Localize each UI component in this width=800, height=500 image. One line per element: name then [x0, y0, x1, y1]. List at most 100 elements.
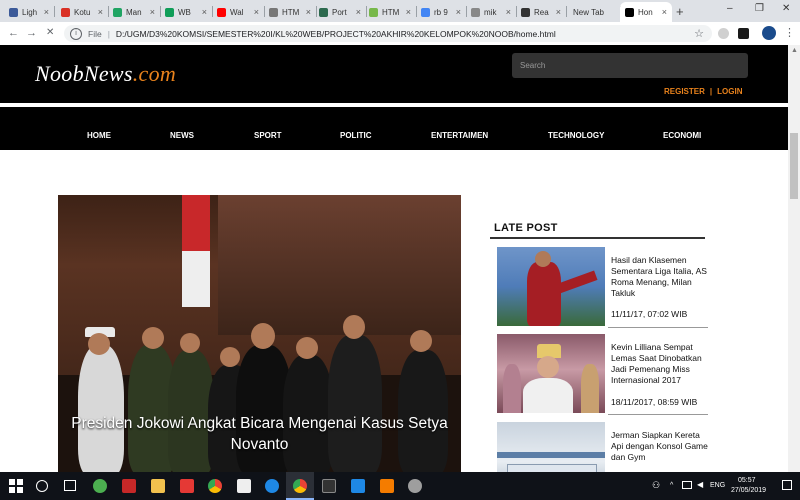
chrome-active-icon[interactable]: [293, 479, 307, 493]
tab-close-icon[interactable]: ×: [306, 7, 311, 17]
site-logo[interactable]: NoobNews.com: [35, 61, 176, 87]
tab-close-icon[interactable]: ×: [150, 7, 155, 17]
tab-label: mik: [484, 7, 497, 17]
new-tab-button[interactable]: +: [676, 4, 684, 19]
tab-close-icon[interactable]: ×: [456, 7, 461, 17]
app-icon[interactable]: [408, 479, 422, 493]
browser-tab[interactable]: Man ×: [108, 2, 160, 22]
nav-politic[interactable]: POLITIC: [340, 131, 372, 140]
nav-sport[interactable]: SPORT: [254, 131, 282, 140]
stop-loading-icon[interactable]: ✕: [46, 27, 54, 38]
tab-label: Kotu: [74, 7, 91, 17]
info-icon[interactable]: i: [70, 27, 82, 40]
tab-close-icon[interactable]: ×: [356, 7, 361, 17]
tab-close-icon[interactable]: ×: [506, 7, 511, 17]
browser-tab[interactable]: Ligh ×: [4, 2, 54, 22]
tab-close-icon[interactable]: ×: [44, 7, 49, 17]
chrome-icon[interactable]: [208, 479, 222, 493]
tab-label: Hon: [638, 7, 653, 17]
tab-close-icon[interactable]: ×: [662, 7, 667, 17]
address-bar-row: ← → ✕ i File | D:/UGM/D3%20KOMSI/SEMESTE…: [0, 22, 800, 46]
hero-caption[interactable]: Presiden Jokowi Angkat Bicara Mengenai K…: [58, 413, 461, 455]
app-icon[interactable]: [93, 479, 107, 493]
nav-entertaimen[interactable]: ENTERTAIMEN: [431, 131, 488, 140]
tab-label: Ligh: [22, 7, 38, 17]
browser-tab[interactable]: HTM ×: [364, 2, 416, 22]
mail-icon[interactable]: [237, 479, 251, 493]
page-scrollbar[interactable]: ▲: [788, 45, 800, 472]
app-icon[interactable]: [122, 479, 136, 493]
bookmark-star-icon[interactable]: ☆: [694, 27, 704, 40]
maximize-button[interactable]: ❐: [755, 3, 764, 14]
scroll-up-icon[interactable]: ▲: [791, 47, 798, 54]
auth-separator: |: [709, 87, 713, 96]
tab-close-icon[interactable]: ×: [98, 7, 103, 17]
browser-tab[interactable]: WB ×: [160, 2, 212, 22]
search-input[interactable]: [512, 53, 748, 78]
browser-tab[interactable]: HTM ×: [264, 2, 316, 22]
nav-news[interactable]: NEWS: [170, 131, 194, 140]
tab-close-icon[interactable]: ×: [406, 7, 411, 17]
browser-tab[interactable]: Port ×: [314, 2, 366, 22]
nav-home[interactable]: HOME: [87, 131, 111, 140]
browser-tab[interactable]: Wal ×: [212, 2, 264, 22]
volume-icon[interactable]: ◀: [697, 480, 703, 489]
browser-tab[interactable]: rb 9 ×: [416, 2, 466, 22]
logo-domain: .com: [132, 61, 177, 86]
post-thumbnail[interactable]: [497, 422, 605, 472]
tab-label: Wal: [230, 7, 244, 17]
terminal-icon[interactable]: [322, 479, 336, 493]
tab-separator: [54, 6, 55, 17]
browser-tab-strip: Ligh × Kotu × Man × WB × Wal × HTM × Port × HTM × rb 9 × m…: [0, 0, 800, 22]
forward-arrow-icon[interactable]: →: [26, 27, 37, 39]
post-title[interactable]: Kevin Lilliana Sempat Lemas Saat Dinobat…: [611, 342, 709, 386]
notification-icon[interactable]: [782, 480, 792, 490]
search-icon[interactable]: [36, 480, 48, 492]
vscode-icon[interactable]: [351, 479, 365, 493]
app-icon[interactable]: [180, 479, 194, 493]
post-thumbnail[interactable]: [497, 247, 605, 326]
clock-time[interactable]: 05:57: [738, 477, 756, 484]
browser-tab[interactable]: Kotu ×: [56, 2, 108, 22]
browser-tab[interactable]: New Tab: [568, 2, 620, 22]
post-title[interactable]: Hasil dan Klasemen Sementara Liga Italia…: [611, 255, 709, 299]
register-link[interactable]: REGISTER: [664, 87, 705, 96]
menu-dots-icon[interactable]: ⋮: [784, 26, 795, 39]
post-title[interactable]: Jerman Siapkan Kereta Api dengan Konsol …: [611, 430, 709, 463]
extension-icon[interactable]: [718, 28, 729, 39]
file-explorer-icon[interactable]: [151, 479, 165, 493]
extension-icon[interactable]: [738, 28, 749, 39]
people-icon[interactable]: ⚇: [652, 480, 660, 491]
nav-technology[interactable]: TECHNOLOGY: [548, 131, 604, 140]
task-view-icon[interactable]: [64, 480, 76, 491]
sublime-icon[interactable]: [380, 479, 394, 493]
back-arrow-icon[interactable]: ←: [8, 27, 19, 39]
nav-economi[interactable]: ECONOMI: [663, 131, 701, 140]
login-link[interactable]: LOGIN: [717, 87, 742, 96]
close-window-button[interactable]: ✕: [782, 3, 790, 14]
language-indicator[interactable]: ENG: [710, 482, 725, 489]
scrollbar-thumb[interactable]: [790, 133, 798, 199]
main-navigation: HOME NEWS SPORT POLITIC ENTERTAIMEN TECH…: [0, 107, 788, 150]
tray-chevron-icon[interactable]: ^: [670, 482, 673, 489]
browser-tab[interactable]: Rea ×: [516, 2, 566, 22]
url-text[interactable]: D:/UGM/D3%20KOMSI/SEMESTER%20I/KL%20WEB/…: [116, 29, 556, 39]
tab-favicon-icon: [319, 7, 328, 17]
browser-tab[interactable]: Hon ×: [620, 2, 672, 22]
hero-article[interactable]: Presiden Jokowi Angkat Bicara Mengenai K…: [58, 195, 461, 472]
windows-start-icon[interactable]: [9, 479, 23, 493]
profile-avatar[interactable]: [762, 26, 776, 40]
tab-close-icon[interactable]: ×: [254, 7, 259, 17]
omnibox[interactable]: i File | D:/UGM/D3%20KOMSI/SEMESTER%20I/…: [64, 25, 712, 42]
tab-favicon-icon: [61, 7, 70, 17]
minimize-button[interactable]: –: [727, 3, 733, 14]
tab-close-icon[interactable]: ×: [202, 7, 207, 17]
tab-close-icon[interactable]: ×: [556, 7, 561, 17]
tab-favicon-icon: [113, 7, 122, 17]
browser-tab[interactable]: mik ×: [466, 2, 516, 22]
post-thumbnail[interactable]: [497, 334, 605, 413]
clock-date[interactable]: 27/05/2019: [731, 487, 766, 494]
post-date: 18/11/2017, 08:59 WIB: [611, 397, 698, 407]
edge-icon[interactable]: [265, 479, 279, 493]
battery-icon[interactable]: [682, 481, 692, 489]
